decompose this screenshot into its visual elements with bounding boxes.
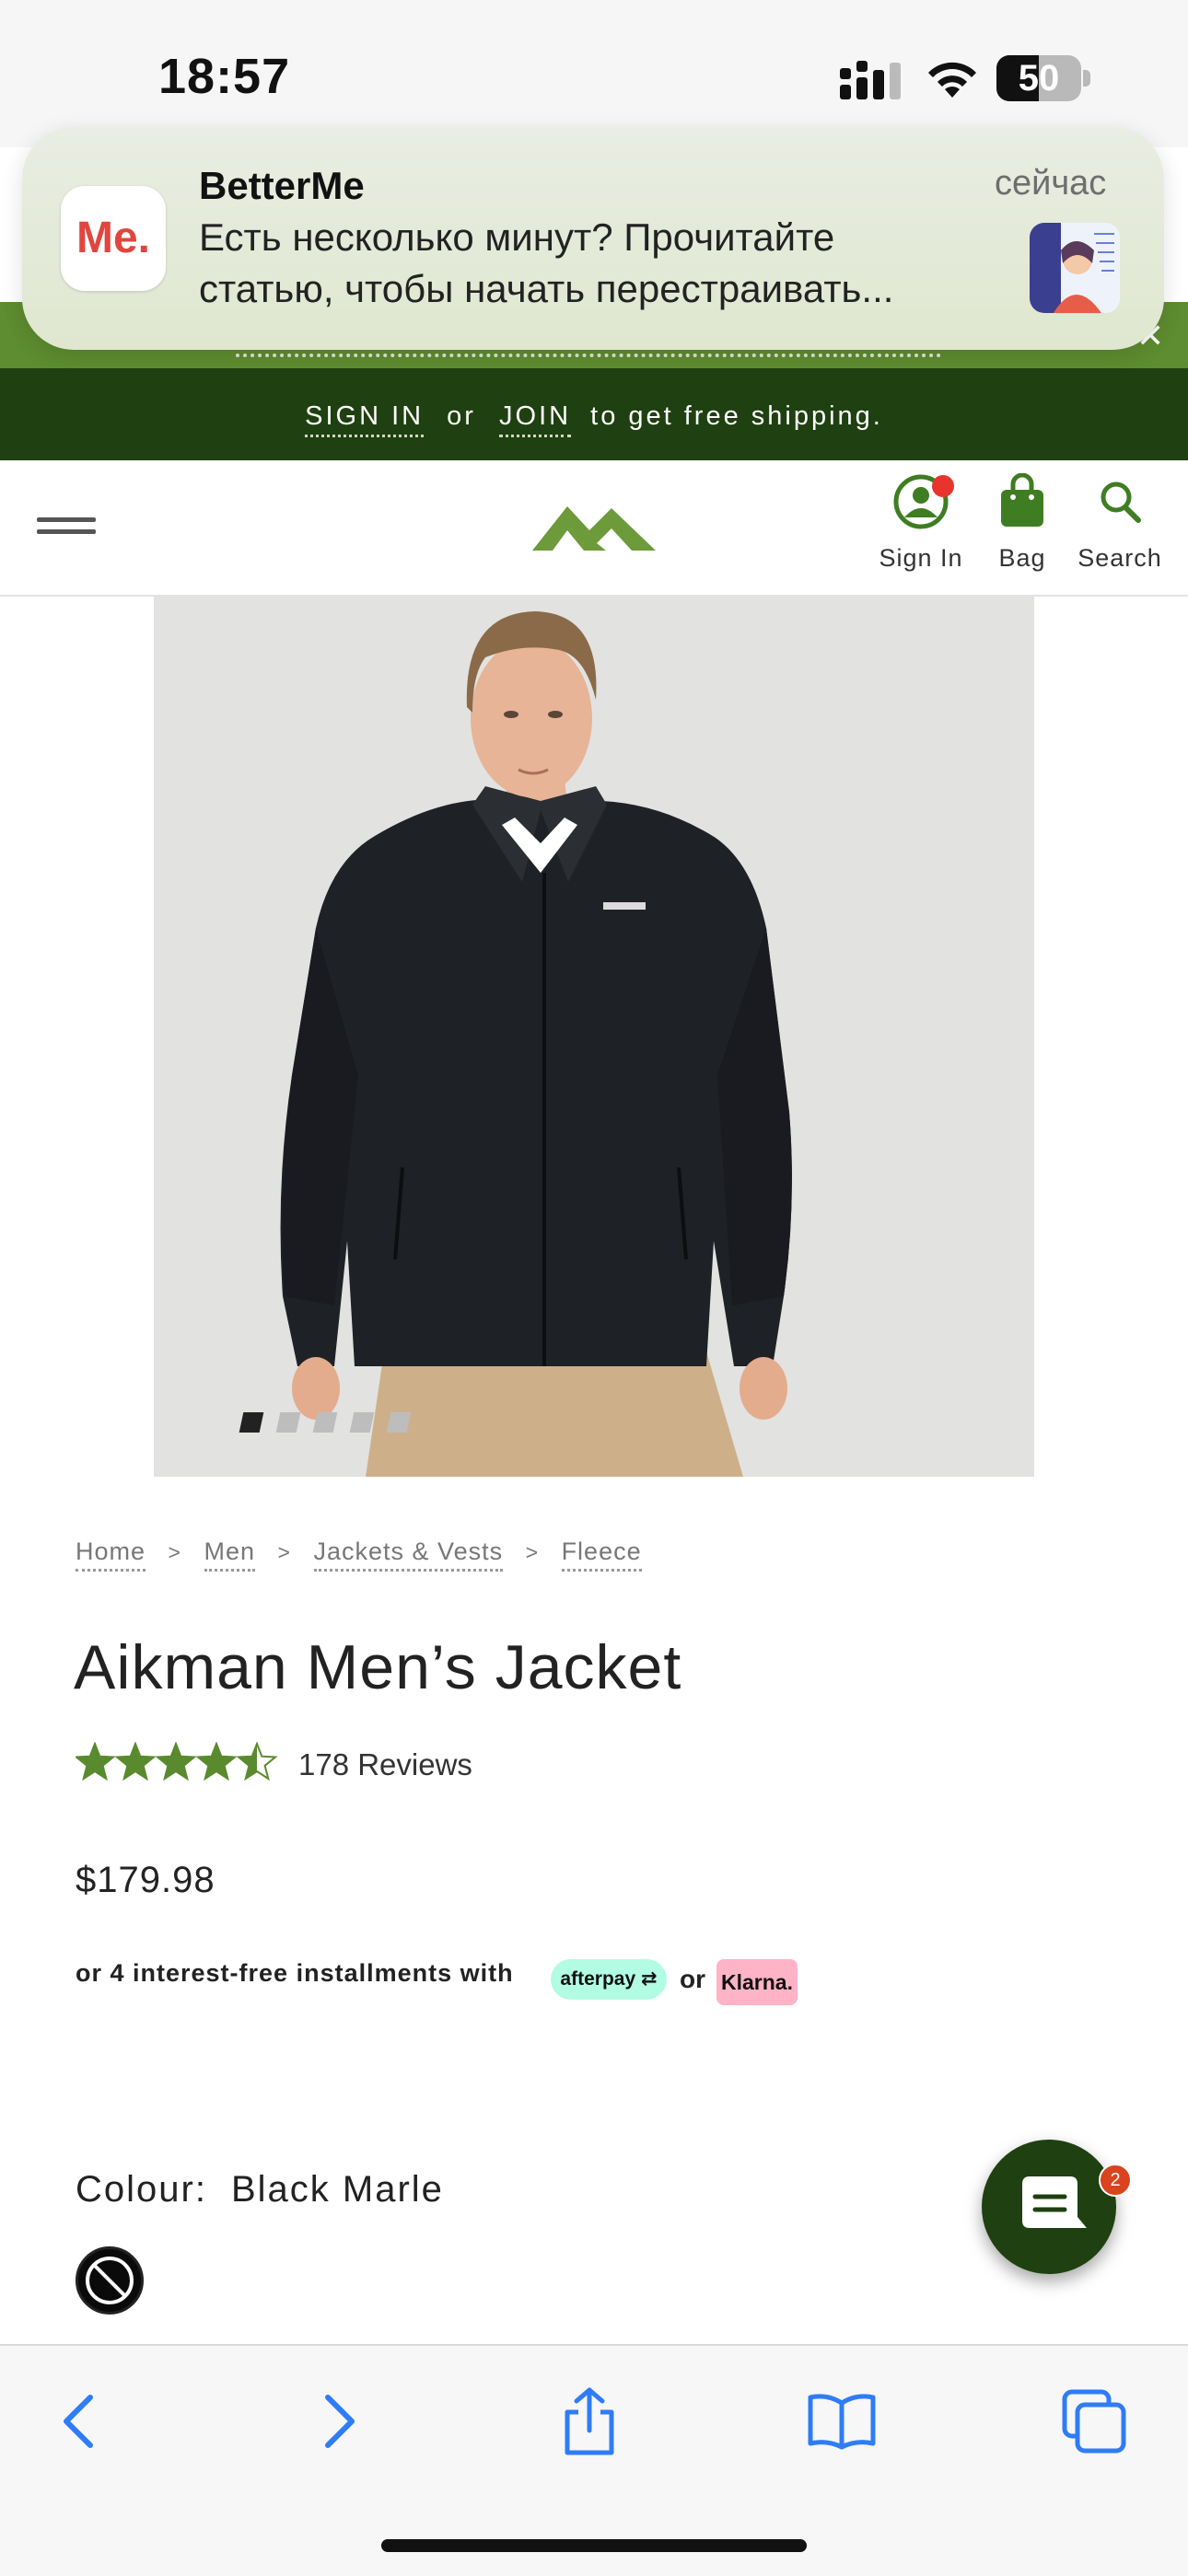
colour-row: Colour: Black Marle bbox=[76, 2169, 444, 2210]
notification-body: Есть несколько минут? Прочитайте статью,… bbox=[199, 215, 894, 310]
klarna-badge[interactable]: Klarna. bbox=[716, 1959, 798, 2005]
notification-thumbnail bbox=[1030, 223, 1120, 313]
chat-icon bbox=[1022, 2176, 1087, 2228]
push-notification[interactable]: Me. BetterMe сейчас Есть несколько минут… bbox=[22, 127, 1164, 350]
header-search[interactable]: Search bbox=[1072, 473, 1168, 573]
bag-label: Bag bbox=[998, 544, 1046, 572]
tabs-icon bbox=[1062, 2389, 1126, 2454]
promo-suffix: to get free shipping. bbox=[590, 401, 883, 431]
carousel-dot[interactable] bbox=[239, 1412, 264, 1433]
chat-unread-badge: 2 bbox=[1099, 2164, 1132, 2197]
promo-message: SIGN IN or JOIN to get free shipping. bbox=[0, 368, 1188, 460]
search-label: Search bbox=[1077, 544, 1162, 572]
colour-label: Colour: bbox=[76, 2169, 207, 2210]
forward-button[interactable] bbox=[293, 2385, 385, 2458]
carousel-dot[interactable] bbox=[275, 1412, 301, 1433]
bookmarks-button[interactable] bbox=[796, 2385, 888, 2458]
tabs-button[interactable] bbox=[1048, 2385, 1140, 2458]
payment-or: or bbox=[680, 1965, 705, 1993]
star-icon bbox=[195, 1742, 238, 1781]
notification-dot bbox=[932, 475, 954, 497]
afterpay-arrow-icon: ⇄ bbox=[635, 1968, 658, 1990]
colour-value: Black Marle bbox=[230, 2169, 444, 2210]
breadcrumb-men[interactable]: Men bbox=[204, 1537, 256, 1572]
product-photo-illustration bbox=[154, 597, 1034, 1477]
hamburger-menu-icon[interactable] bbox=[37, 517, 96, 541]
colour-swatch-black-marle[interactable] bbox=[76, 2246, 144, 2315]
book-icon bbox=[808, 2394, 876, 2450]
header-bag[interactable]: Bag bbox=[985, 472, 1059, 573]
star-icon bbox=[155, 1742, 197, 1781]
breadcrumb-fleece[interactable]: Fleece bbox=[561, 1537, 642, 1572]
product-title: Aikman Men’s Jacket bbox=[74, 1632, 682, 1702]
image-carousel-indicator[interactable] bbox=[239, 1412, 425, 1437]
afterpay-badge[interactable]: afterpay ⇄ bbox=[551, 1959, 667, 2000]
header-sign-in[interactable]: Sign In bbox=[873, 473, 969, 573]
battery-cap bbox=[1083, 70, 1090, 87]
installments-text: or 4 interest-free installments with bbox=[76, 1959, 514, 1987]
battery-icon: 50 bbox=[996, 55, 1081, 101]
star-icon bbox=[236, 1742, 278, 1781]
notification-app-name: BetterMe bbox=[199, 164, 365, 207]
afterpay-label: afterpay bbox=[560, 1968, 636, 1990]
wifi-icon bbox=[928, 62, 976, 98]
search-icon bbox=[1101, 482, 1141, 523]
join-link[interactable]: JOIN bbox=[499, 401, 572, 437]
promo-or: or bbox=[447, 401, 476, 431]
share-icon bbox=[565, 2387, 614, 2455]
swatch-unavailable-icon bbox=[86, 2257, 134, 2304]
divider bbox=[236, 354, 941, 357]
breadcrumb-separator: > bbox=[525, 1540, 540, 1564]
breadcrumb-separator: > bbox=[168, 1540, 181, 1564]
product-price: $179.98 bbox=[76, 1860, 215, 1900]
share-button[interactable] bbox=[543, 2385, 635, 2458]
breadcrumb-home[interactable]: Home bbox=[76, 1537, 146, 1572]
chevron-left-icon bbox=[64, 2395, 93, 2448]
star-icon bbox=[114, 1742, 157, 1781]
back-button[interactable] bbox=[33, 2385, 125, 2458]
star-rating[interactable] bbox=[76, 1742, 280, 1782]
sign-in-label: Sign In bbox=[879, 544, 963, 572]
bag-icon bbox=[1001, 472, 1043, 527]
carousel-dot[interactable] bbox=[349, 1412, 375, 1433]
betterme-app-icon: Me. bbox=[61, 186, 166, 291]
reviews-link[interactable]: 178 Reviews bbox=[298, 1747, 472, 1782]
breadcrumb-jackets-vests[interactable]: Jackets & Vests bbox=[313, 1537, 504, 1572]
chat-button[interactable] bbox=[982, 2140, 1116, 2274]
battery-level: 50 bbox=[1018, 58, 1060, 99]
home-indicator bbox=[381, 2539, 807, 2552]
star-icon bbox=[76, 1742, 116, 1781]
sign-in-link[interactable]: SIGN IN bbox=[305, 401, 425, 437]
chevron-right-icon bbox=[325, 2395, 355, 2448]
breadcrumb-separator: > bbox=[277, 1540, 291, 1564]
kathmandu-logo[interactable] bbox=[532, 505, 656, 552]
cellular-signal-icon bbox=[840, 61, 901, 99]
status-time: 18:57 bbox=[158, 49, 291, 104]
product-image[interactable] bbox=[154, 597, 1034, 1477]
carousel-dot[interactable] bbox=[312, 1412, 338, 1433]
carousel-dot[interactable] bbox=[386, 1412, 412, 1433]
notification-time: сейчас bbox=[995, 164, 1107, 203]
breadcrumb: Home > Men > Jackets & Vests > Fleece bbox=[76, 1537, 642, 1572]
